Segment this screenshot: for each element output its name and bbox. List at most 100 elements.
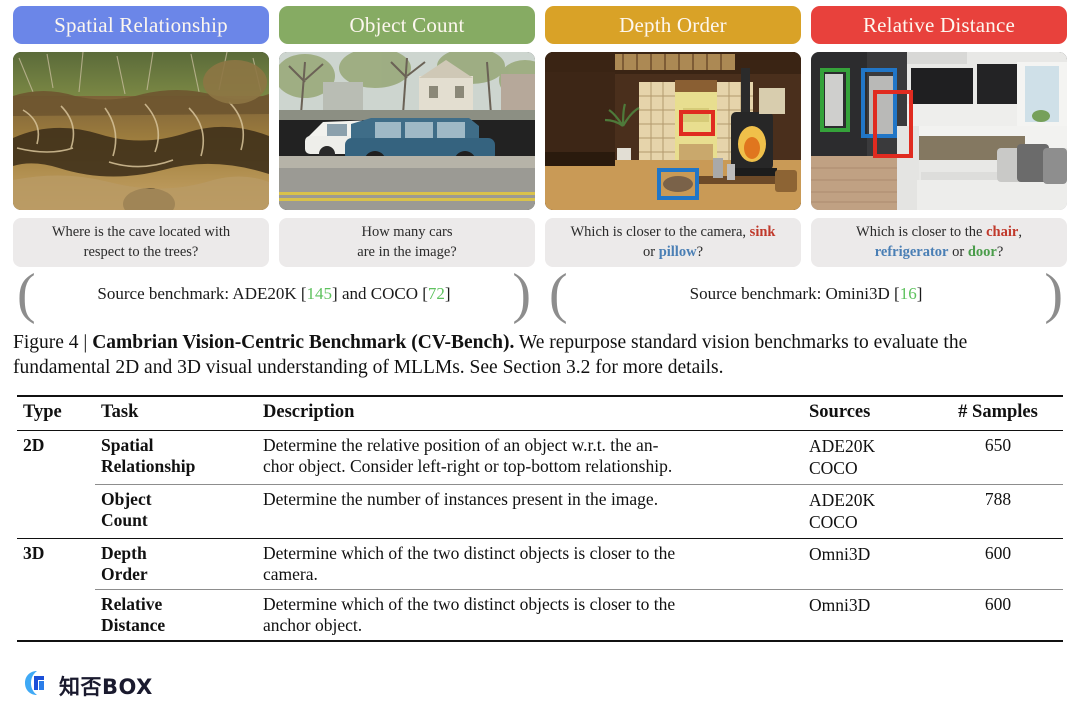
source-benchmark-2d: ( Source benchmark: ADE20K [145] and COC… <box>17 263 531 326</box>
source-suffix: ] <box>444 284 451 304</box>
table-header-row: Type Task Description Sources # Samples <box>17 395 1063 431</box>
cell-type <box>17 484 95 538</box>
citation-72[interactable]: 72 <box>428 284 445 303</box>
tab-relative-distance[interactable]: Relative Distance <box>811 6 1067 44</box>
street-cars-photo <box>279 52 535 210</box>
cell-description: Determine which of the two distinct obje… <box>257 588 803 641</box>
cell-samples: 600 <box>933 588 1063 641</box>
question-line-2: respect to the trees? <box>83 243 199 260</box>
question-keyword-door: door <box>967 243 997 260</box>
watermark-text: 知否BOX <box>59 674 153 699</box>
tab-object-count[interactable]: Object Count <box>279 6 535 44</box>
desc-line-2: camera. <box>263 563 318 584</box>
figure-caption: Figure 4 | Cambrian Vision-Centric Bench… <box>0 315 1080 381</box>
tab-depth-order[interactable]: Depth Order <box>545 6 801 44</box>
question-keyword-sink: sink <box>749 224 776 240</box>
cell-samples: 650 <box>933 430 1063 485</box>
question-object-count: How many cars are in the image? <box>279 218 535 268</box>
source-line-1: Omni3D <box>809 594 871 615</box>
question-relative-distance: Which is closer to the chair, refrigerat… <box>811 218 1067 268</box>
table-row: Relative Distance Determine which of the… <box>17 588 1063 641</box>
question-keyword-refrigerator: refrigerator <box>874 243 949 260</box>
desc-line-1: Determine which of the two distinct obje… <box>263 593 676 614</box>
figure-title: Cambrian Vision-Centric Benchmark (CV-Be… <box>92 332 515 354</box>
cell-samples: 788 <box>933 483 1063 539</box>
desc-line-2: chor object. Consider left-right or top-… <box>263 456 673 477</box>
table-bottom-rule-row <box>17 639 1063 643</box>
benchmark-table-wrap: Type Task Description Sources # Samples … <box>0 381 1080 643</box>
tab-spatial-relationship[interactable]: Spatial Relationship <box>13 6 269 44</box>
zhifoubox-logo-icon <box>22 668 52 703</box>
question-line-1: How many cars <box>361 224 453 240</box>
column-header-sources: Sources <box>803 395 933 431</box>
column-header-task: Task <box>95 395 257 431</box>
cell-description: Determine the relative position of an ob… <box>257 430 803 485</box>
question-line-1-post: , <box>1018 224 1022 240</box>
cell-sources: Omni3D <box>803 537 933 590</box>
question-line-1: Which is closer to the <box>856 224 987 240</box>
table-row: Object Count Determine the number of ins… <box>17 483 1063 539</box>
source-benchmark-2d-text: Source benchmark: ADE20K [145] and COCO … <box>97 284 450 304</box>
task-line-1: Relative <box>101 593 163 614</box>
source-line-2: COCO <box>809 512 858 533</box>
source-suffix: ] <box>916 284 923 304</box>
modern-kitchen-photo <box>811 52 1067 210</box>
question-line-2: are in the image? <box>357 243 457 260</box>
task-line-1: Spatial <box>101 435 154 456</box>
cell-description: Determine which of the two distinct obje… <box>257 537 803 590</box>
source-line-1: Omni3D <box>809 543 871 564</box>
figure-label: Figure 4 | <box>13 332 93 354</box>
watermark: 知否BOX <box>22 668 153 703</box>
column-header-type: Type <box>17 395 95 431</box>
source-line-2: COCO <box>809 458 858 479</box>
cell-type <box>17 589 95 641</box>
citation-145[interactable]: 145 <box>307 284 333 303</box>
citation-16[interactable]: 16 <box>900 284 917 303</box>
desc-line-1: Determine which of the two distinct obje… <box>263 542 676 563</box>
source-line-1: ADE20K <box>809 436 876 457</box>
question-line-2-mid: or <box>948 243 968 260</box>
source-benchmark-row: ( Source benchmark: ADE20K [145] and COC… <box>0 263 1080 326</box>
task-line-1: Depth <box>101 542 147 563</box>
source-prefix: Source benchmark: Omini3D [ <box>689 284 900 304</box>
cell-task: Spatial Relationship <box>95 430 257 485</box>
source-prefix: Source benchmark: ADE20K [ <box>97 284 307 304</box>
benchmark-table: Type Task Description Sources # Samples … <box>17 395 1063 643</box>
task-line-2: Relationship <box>101 456 196 477</box>
source-benchmark-3d: ( Source benchmark: Omini3D [16] ) <box>549 263 1063 326</box>
cell-task: Object Count <box>95 483 257 539</box>
question-line-1: Which is closer to the camera, <box>570 224 750 240</box>
question-keyword-chair: chair <box>986 224 1019 240</box>
table-row: 3D Depth Order Determine which of the tw… <box>17 537 1063 590</box>
task-line-2: Count <box>101 509 148 530</box>
cell-type: 3D <box>17 537 95 590</box>
source-line-1: ADE20K <box>809 489 876 510</box>
question-line-2-post: ? <box>996 243 1004 260</box>
question-line-2-pre: or <box>642 243 659 260</box>
cell-type: 2D <box>17 430 95 485</box>
cell-sources: ADE20K COCO <box>803 430 933 485</box>
source-benchmark-3d-text: Source benchmark: Omini3D [16] <box>690 284 923 304</box>
cave-roots-photo <box>13 52 269 210</box>
cell-sources: Omni3D <box>803 588 933 641</box>
task-tab-row: Spatial Relationship Object Count Depth … <box>0 0 1080 44</box>
question-depth-order: Which is closer to the camera, sink or p… <box>545 218 801 268</box>
desc-line-2: anchor object. <box>263 614 363 635</box>
column-header-samples: # Samples <box>933 395 1063 431</box>
cell-task: Depth Order <box>95 537 257 590</box>
question-line-2-post: ? <box>696 243 703 260</box>
question-caption-row: Where is the cave located with respect t… <box>0 210 1080 268</box>
desc-line-1: Determine the number of instances presen… <box>263 488 659 509</box>
task-line-1: Object <box>101 488 152 509</box>
desc-line-1: Determine the relative position of an ob… <box>263 435 659 456</box>
task-line-2: Order <box>101 563 148 584</box>
source-middle: ] and COCO [ <box>332 284 428 304</box>
cell-task: Relative Distance <box>95 588 257 641</box>
column-header-description: Description <box>257 395 803 431</box>
task-line-2: Distance <box>101 614 166 635</box>
table-row: 2D Spatial Relationship Determine the re… <box>17 430 1063 485</box>
japanese-room-photo <box>545 52 801 210</box>
question-keyword-pillow: pillow <box>658 243 697 260</box>
cell-samples: 600 <box>933 537 1063 590</box>
cell-sources: ADE20K COCO <box>803 483 933 539</box>
